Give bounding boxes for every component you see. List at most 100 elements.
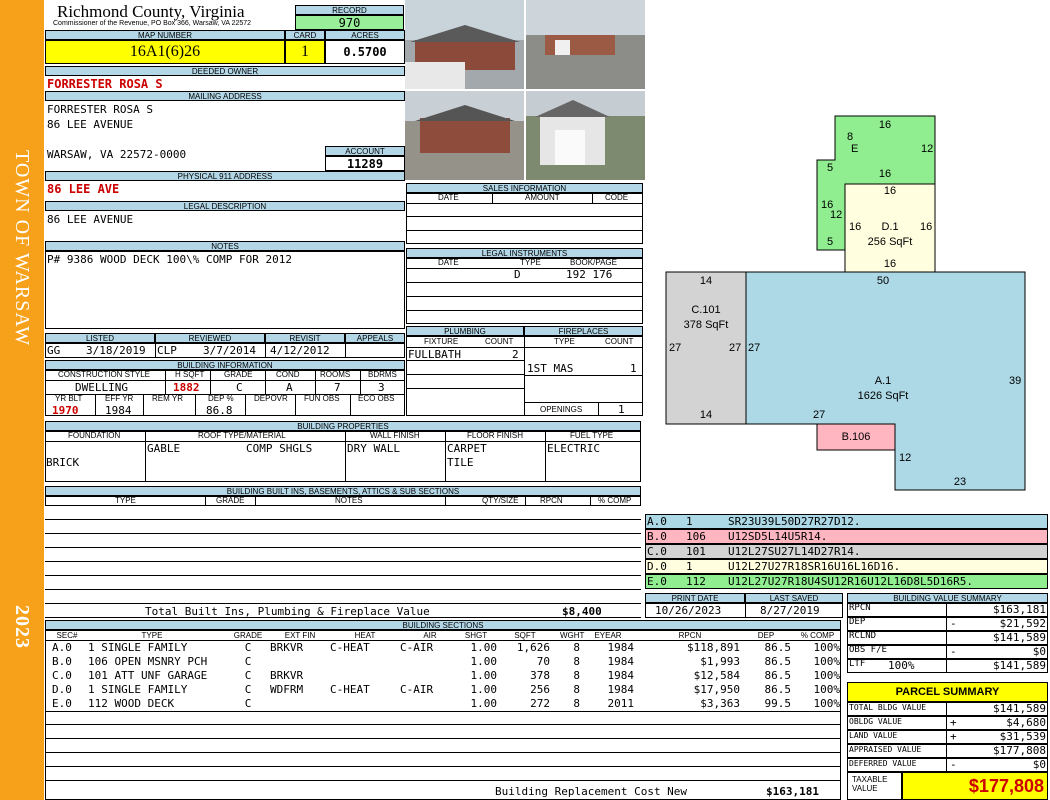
building-properties-table [45,431,641,482]
bltin-col-grade: GRADE [216,496,245,505]
bi-col-depovr: DEPOVR [254,394,288,403]
legal-description: 86 LEE AVENUE [47,213,134,226]
bi-col-cond: COND [276,370,300,379]
bi-style: DWELLING [75,381,128,394]
sections-col-1: TYPE [141,631,163,640]
section-cell-3-9: 1984 [607,683,635,696]
print-date-label: PRINT DATE [645,593,745,603]
section-cell-0-4: C-HEAT [330,641,370,654]
sketch-code-path: U12L27SU27L14D27R14. [728,545,861,558]
sketch-code-sec: B.0 [647,530,667,543]
reviewed-label: REVIEWED [155,333,265,343]
section-cell-2-8: 8 [573,669,580,682]
bi-grade: C [236,381,243,394]
fireplace-count: 1 [630,362,637,375]
account-label: ACCOUNT [325,146,405,156]
prop-col-foundation: FOUNDATION [68,431,121,440]
property-photos [405,0,645,180]
parcel-value: $0 [1032,758,1046,771]
dim-a-step-h: 27 [813,409,825,421]
sketch-code-path: SR23U39L50D27R27D12. [728,515,861,528]
bi-hsqft: 1882 [173,381,200,394]
sketch-b-name: B.106 [842,431,871,443]
town-label: TOWN OF WARSAW [11,150,33,347]
prop-col-wall: WALL FINISH [370,431,420,440]
section-cell-1-11: 86.5 [764,655,792,668]
notes-text: P# 9386 WOOD DECK 100\% COMP FOR 2012 [47,253,293,266]
sections-col-9: EYEAR [594,631,622,640]
deeded-owner-label: DEEDED OWNER [45,66,405,76]
floor-finish-2: TILE [447,456,474,469]
building-sketch: 16 E 12 8 5 16 16 12 5 16 16 16 D.1 256 … [665,115,1026,491]
listed-date: 3/18/2019 [86,344,146,357]
section-cell-3-4: C-HEAT [330,683,370,696]
acres-label: ACRES [325,30,405,40]
commissioner-address: Commissioner of the Revenue, PO Box 366,… [53,20,252,27]
bltin-col-comp: % COMP [598,496,632,505]
sections-col-10: RPCN [678,631,702,640]
sketch-code-type: 101 [686,545,706,558]
section-cell-2-1: 101 ATT UNF GARAGE [88,669,208,682]
sections-col-5: AIR [423,631,437,640]
section-cell-0-2: C [244,641,252,654]
section-cell-3-5: C-AIR [400,683,434,696]
dim-e-left-bot: 5 [827,236,833,248]
account-number: 11289 [325,156,405,171]
parcel-key: OBLDG VALUE [849,717,902,726]
bi-rooms: 7 [334,381,341,394]
parcel-value: $4,680 [1006,716,1046,729]
county-title: Richmond County, Virginia [57,2,245,21]
section-cell-0-9: 1984 [607,641,635,654]
openings-label: OPENINGS [540,405,583,414]
sales-col-date: DATE [438,193,459,202]
section-cell-3-8: 8 [573,683,580,696]
section-cell-3-1: 1 SINGLE FAMILY [88,683,188,696]
sales-col-amount: AMOUNT [525,193,560,202]
bi-col-rooms: ROOMS [320,370,351,379]
mailing-line-2: 86 LEE AVENUE [47,118,134,131]
section-cell-1-2: C [244,655,252,668]
sections-col-6: SHGT [464,631,488,640]
parcel-key: TOTAL BLDG VALUE [849,703,927,712]
floor-finish-1: CARPET [447,442,487,455]
section-cell-0-11: 86.5 [764,641,792,654]
dim-a-top: 50 [877,275,889,287]
li-col-type: TYPE [520,258,541,267]
value-summary-value: $0 [1032,645,1046,658]
parcel-key: DEFERRED VALUE [849,759,917,768]
sketch-c-name: C.101 [691,304,720,316]
section-cell-4-6: 1.00 [470,697,498,710]
section-cell-4-11: 99.5 [764,697,792,710]
value-summary-key: RCLND [849,631,877,641]
sketch-d-area: 256 SqFt [868,236,913,248]
record-label: RECORD [295,5,404,15]
taxable-label: TAXABLE VALUE [852,775,888,793]
sections-col-3: EXT FIN [284,631,316,640]
dim-a-bottom: 23 [954,476,966,488]
mailing-line-1: FORRESTER ROSA S [47,103,153,116]
section-cell-2-7: 378 [530,669,550,682]
value-summary-key: RPCN [849,603,871,613]
card-label: CARD [285,30,325,40]
building-sections-label: BUILDING SECTIONS [45,620,841,630]
section-cell-4-12: 100% [813,697,841,710]
bi-col-bdrms: BDRMS [368,370,397,379]
section-cell-0-8: 8 [573,641,580,654]
section-cell-3-11: 86.5 [764,683,792,696]
section-cell-1-10: $1,993 [700,655,740,668]
value-summary-divider [946,603,947,673]
legal-instruments-label: LEGAL INSTRUMENTS [406,248,643,258]
sketch-code-path: U12L27U27R18U4SU12R16U12L16D8L5D16R5. [728,575,974,588]
dim-d-bottom: 16 [884,258,896,270]
taxable-value: $177,808 [902,772,1048,800]
value-summary-key: LTF [849,659,866,669]
bi-col-dep: DEP % [208,394,234,403]
dim-a-right: 39 [1009,375,1021,387]
section-cell-1-0: B.0 [52,655,72,668]
brcn-label: Building Replacement Cost New [495,785,688,798]
sections-col-4: HEAT [354,631,376,640]
li-book-value: 192 176 [566,268,613,281]
dim-c-bottom: 14 [700,409,712,421]
fireplace-col-type: TYPE [554,337,575,346]
bi-col-grade: GRADE [224,370,253,379]
